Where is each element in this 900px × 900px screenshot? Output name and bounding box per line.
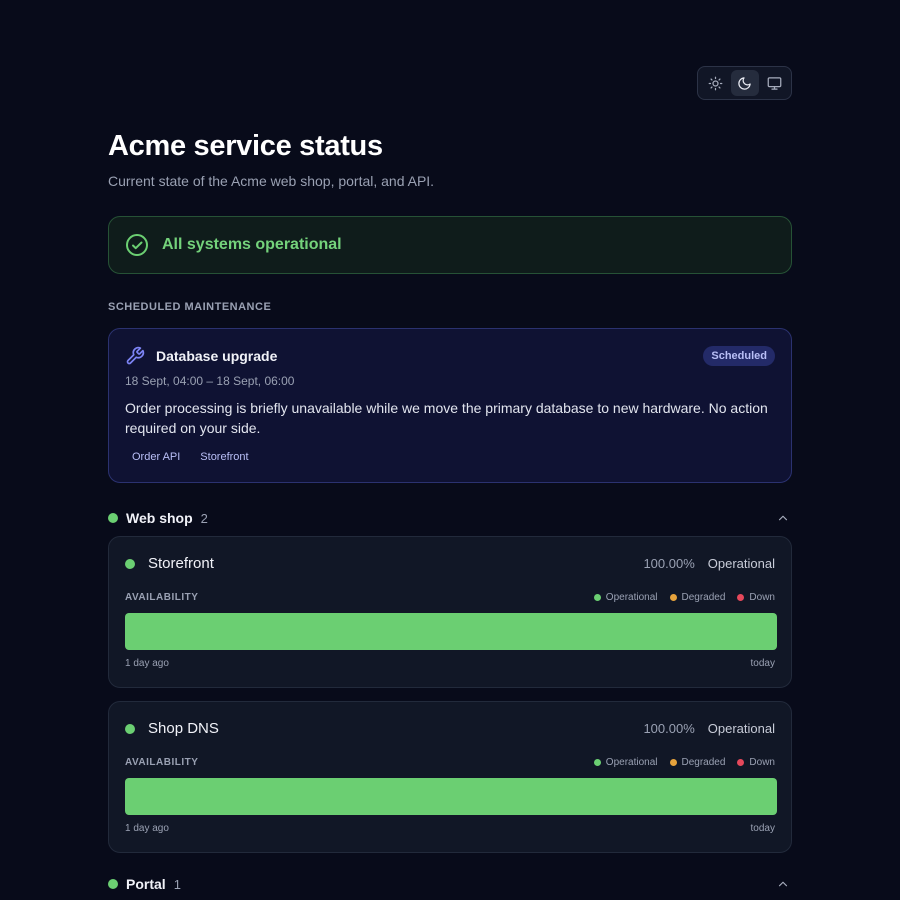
affected-tag-order-api: Order API [132, 451, 181, 463]
theme-switcher [697, 66, 792, 100]
availability-bar-fill [125, 778, 777, 815]
theme-light-button[interactable] [701, 70, 729, 96]
affected-tag-storefront: Storefront [200, 451, 249, 463]
availability-bar-fill [125, 613, 777, 650]
chevron-up-icon[interactable] [776, 877, 790, 891]
availability-bar[interactable] [125, 613, 777, 650]
service-status-dot [125, 724, 135, 734]
service-card-shop-dns: Shop DNS 100.00% Operational AVAILABILIT… [108, 701, 792, 853]
group-header-portal[interactable]: Portal 1 [108, 874, 792, 894]
wrench-icon [126, 346, 145, 365]
group-header-web-shop[interactable]: Web shop 2 [108, 508, 792, 528]
legend-dot-down [737, 759, 745, 766]
page-title: Acme service status [108, 130, 383, 162]
service-state: Operational [707, 721, 775, 736]
group-count: 2 [200, 510, 208, 526]
maintenance-description: Order processing is briefly unavailable … [125, 400, 768, 436]
availability-range-end: today [750, 658, 775, 669]
maintenance-card[interactable]: Database upgrade Scheduled 18 Sept, 04:0… [108, 328, 792, 483]
legend-operational: Operational [605, 757, 658, 768]
service-card-storefront: Storefront 100.00% Operational AVAILABIL… [108, 536, 792, 688]
page-subtitle: Current state of the Acme web shop, port… [108, 173, 435, 189]
service-name: Shop DNS [148, 720, 219, 737]
maintenance-affected-tags: Order API Storefront [125, 449, 256, 465]
service-name: Storefront [148, 555, 214, 572]
group-count: 1 [173, 876, 181, 892]
legend-degraded: Degraded [681, 757, 726, 768]
legend-dot-operational [593, 594, 601, 601]
legend-dot-down [737, 594, 745, 601]
availability-label: AVAILABILITY [125, 757, 199, 768]
monitor-icon [767, 76, 781, 90]
service-status-dot [125, 559, 135, 569]
maintenance-title: Database upgrade [156, 348, 278, 364]
maintenance-status-badge: Scheduled [703, 346, 775, 366]
availability-label: AVAILABILITY [125, 592, 199, 603]
chevron-up-icon[interactable] [776, 511, 790, 525]
availability-range-start: 1 day ago [125, 658, 169, 669]
availability-range-end: today [750, 823, 775, 834]
availability-bar[interactable] [125, 778, 777, 815]
group-name: Portal [126, 876, 166, 892]
legend-dot-operational [593, 759, 601, 766]
group-status-dot [108, 513, 118, 523]
legend-degraded: Degraded [681, 592, 726, 603]
legend-dot-degraded [669, 759, 677, 766]
legend-down: Down [749, 757, 775, 768]
theme-system-button[interactable] [760, 70, 788, 96]
maintenance-section-label: SCHEDULED MAINTENANCE [108, 301, 272, 313]
legend-down: Down [749, 592, 775, 603]
legend-operational: Operational [605, 592, 658, 603]
service-uptime: 100.00% [643, 721, 695, 736]
availability-legend: Operational Degraded Down [593, 592, 775, 603]
group-status-dot [108, 879, 118, 889]
sun-icon [708, 76, 722, 90]
service-state: Operational [707, 556, 775, 571]
check-circle-icon [126, 234, 148, 256]
service-uptime: 100.00% [643, 556, 695, 571]
availability-legend: Operational Degraded Down [593, 757, 775, 768]
availability-range-start: 1 day ago [125, 823, 169, 834]
theme-dark-button[interactable] [730, 70, 759, 96]
moon-icon [738, 76, 751, 90]
group-name: Web shop [126, 510, 193, 526]
legend-dot-degraded [669, 594, 677, 601]
overall-status-banner: All systems operational [108, 216, 792, 274]
maintenance-time-window: 18 Sept, 04:00 – 18 Sept, 06:00 [125, 374, 295, 388]
overall-status-text: All systems operational [162, 236, 342, 253]
